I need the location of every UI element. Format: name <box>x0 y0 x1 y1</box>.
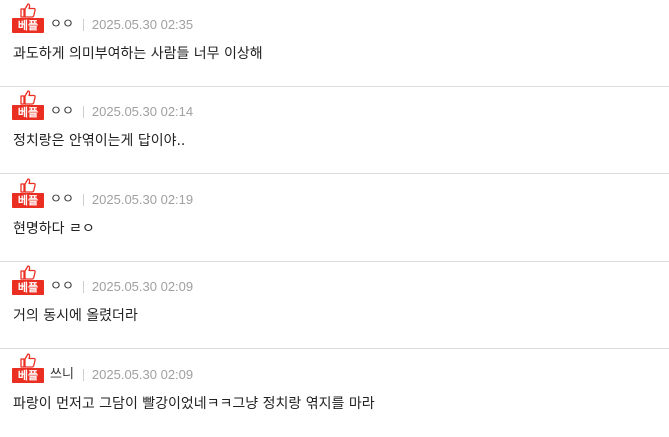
comment-item: 베플 ㅇㅇ 2025.05.30 02:35 과도하게 의미부여하는 사람들 너… <box>0 0 669 87</box>
comment-meta: 베플 쓰니 2025.05.30 02:09 <box>12 353 193 383</box>
meta-divider <box>82 194 84 206</box>
comment-meta: 베플 ㅇㅇ 2025.05.30 02:14 <box>12 90 193 120</box>
thumbs-up-icon <box>20 3 36 18</box>
comment-meta: 베플 ㅇㅇ 2025.05.30 02:35 <box>12 3 193 33</box>
comment-item: 베플 쓰니 2025.05.30 02:09 파랑이 먼저고 그담이 빨강이었네… <box>0 350 669 437</box>
author-name[interactable]: ㅇㅇ <box>50 192 74 207</box>
best-badge-label: 베플 <box>12 368 44 383</box>
comment-text: 파랑이 먼저고 그담이 빨강이었네ㅋㅋ그냥 정치랑 엮지를 마라 <box>13 396 375 412</box>
best-comment-badge: 베플 <box>12 178 44 208</box>
thumbs-up-icon <box>20 265 36 280</box>
comment-timestamp: 2025.05.30 02:09 <box>91 279 194 294</box>
comment-text: 과도하게 의미부여하는 사람들 너무 이상해 <box>13 46 263 62</box>
comment-item: 베플 ㅇㅇ 2025.05.30 02:19 현명하다 ㄹㅇ <box>0 175 669 262</box>
meta-divider <box>82 106 84 118</box>
comment-item: 베플 ㅇㅇ 2025.05.30 02:14 정치랑은 안엮이는게 답이야.. <box>0 87 669 174</box>
best-comment-badge: 베플 <box>12 353 44 383</box>
best-comment-badge: 베플 <box>12 3 44 33</box>
author-name[interactable]: 쓰니 <box>50 367 74 382</box>
comment-meta: 베플 ㅇㅇ 2025.05.30 02:09 <box>12 265 193 295</box>
meta-divider <box>82 369 84 381</box>
author-name[interactable]: ㅇㅇ <box>50 279 74 294</box>
comment-timestamp: 2025.05.30 02:35 <box>91 17 194 32</box>
comment-timestamp: 2025.05.30 02:19 <box>91 192 194 207</box>
comment-timestamp: 2025.05.30 02:09 <box>91 367 194 382</box>
comment-item: 베플 ㅇㅇ 2025.05.30 02:09 거의 동시에 올렸더라 <box>0 262 669 349</box>
best-comment-badge: 베플 <box>12 90 44 120</box>
author-name[interactable]: ㅇㅇ <box>50 104 74 119</box>
comment-timestamp: 2025.05.30 02:14 <box>91 104 194 119</box>
comment-text: 정치랑은 안엮이는게 답이야.. <box>13 133 186 149</box>
thumbs-up-icon <box>20 353 36 368</box>
best-comment-badge: 베플 <box>12 265 44 295</box>
comment-meta: 베플 ㅇㅇ 2025.05.30 02:19 <box>12 178 193 208</box>
best-badge-label: 베플 <box>12 280 44 295</box>
comment-text: 거의 동시에 올렸더라 <box>13 308 138 324</box>
meta-divider <box>82 19 84 31</box>
author-name[interactable]: ㅇㅇ <box>50 17 74 32</box>
comment-text: 현명하다 ㄹㅇ <box>13 221 95 237</box>
thumbs-up-icon <box>20 90 36 105</box>
meta-divider <box>82 281 84 293</box>
best-badge-label: 베플 <box>12 193 44 208</box>
thumbs-up-icon <box>20 178 36 193</box>
best-badge-label: 베플 <box>12 105 44 120</box>
comment-list: 베플 ㅇㅇ 2025.05.30 02:35 과도하게 의미부여하는 사람들 너… <box>0 0 669 426</box>
best-badge-label: 베플 <box>12 18 44 33</box>
